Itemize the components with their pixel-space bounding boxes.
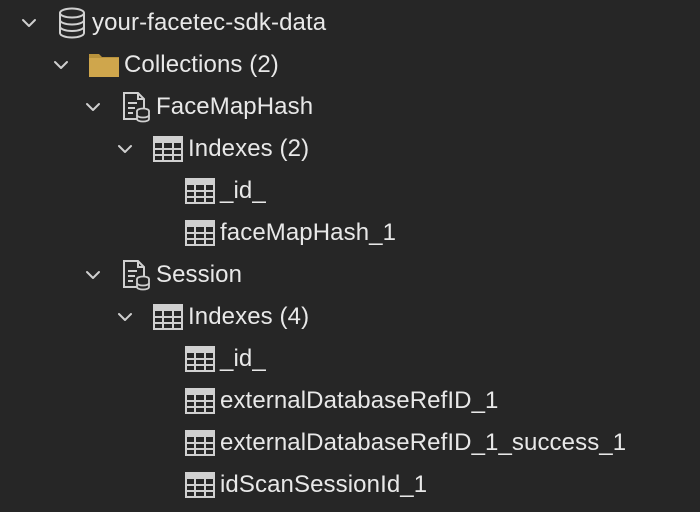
collection-name-session: Session — [156, 261, 243, 288]
tree-row-index[interactable]: externalDatabaseRefID_1 — [0, 381, 700, 421]
database-name: your-facetec-sdk-data — [92, 9, 327, 36]
index-name: externalDatabaseRefID_1_success_1 — [220, 429, 627, 456]
tree-row-indexes-facemaphash[interactable]: Indexes (2) — [0, 129, 700, 169]
collection-document-icon — [121, 259, 151, 291]
index-name: _id_ — [220, 345, 266, 372]
index-name: idScanSessionId_1 — [220, 471, 428, 498]
index-table-icon — [185, 430, 215, 456]
tree-row-index[interactable]: idScanSessionId_1 — [0, 465, 700, 505]
database-tree: your-facetec-sdk-data Collections (2) Fa… — [0, 0, 700, 512]
collection-document-icon — [121, 91, 151, 123]
tree-row-collections[interactable]: Collections (2) — [0, 45, 700, 85]
index-table-icon — [185, 346, 215, 372]
chevron-down-icon[interactable] — [83, 97, 103, 117]
index-name: _id_ — [220, 177, 266, 204]
chevron-down-icon[interactable] — [51, 55, 71, 75]
tree-row-index[interactable]: externalDatabaseRefID_1_success_1 — [0, 423, 700, 463]
index-table-icon — [185, 388, 215, 414]
tree-row-collection-session[interactable]: Session — [0, 255, 700, 295]
chevron-down-icon[interactable] — [19, 13, 39, 33]
collection-name-facemaphash: FaceMapHash — [156, 93, 314, 120]
index-table-icon — [185, 178, 215, 204]
collections-label: Collections (2) — [124, 51, 279, 78]
index-table-icon — [185, 220, 215, 246]
tree-row-index[interactable]: _id_ — [0, 339, 700, 379]
folder-icon — [88, 51, 120, 79]
tree-row-database[interactable]: your-facetec-sdk-data — [0, 3, 700, 43]
index-table-icon — [185, 472, 215, 498]
chevron-down-icon[interactable] — [115, 307, 135, 327]
chevron-down-icon[interactable] — [83, 265, 103, 285]
tree-row-index[interactable]: _id_ — [0, 171, 700, 211]
tree-row-index[interactable]: faceMapHash_1 — [0, 213, 700, 253]
index-table-icon — [153, 136, 183, 162]
indexes-label-facemaphash: Indexes (2) — [188, 135, 310, 162]
tree-row-collection-facemaphash[interactable]: FaceMapHash — [0, 87, 700, 127]
index-name: externalDatabaseRefID_1 — [220, 387, 499, 414]
indexes-label-session: Indexes (4) — [188, 303, 310, 330]
chevron-down-icon[interactable] — [115, 139, 135, 159]
index-table-icon — [153, 304, 183, 330]
tree-row-indexes-session[interactable]: Indexes (4) — [0, 297, 700, 337]
database-icon — [57, 6, 87, 40]
index-name: faceMapHash_1 — [220, 219, 397, 246]
